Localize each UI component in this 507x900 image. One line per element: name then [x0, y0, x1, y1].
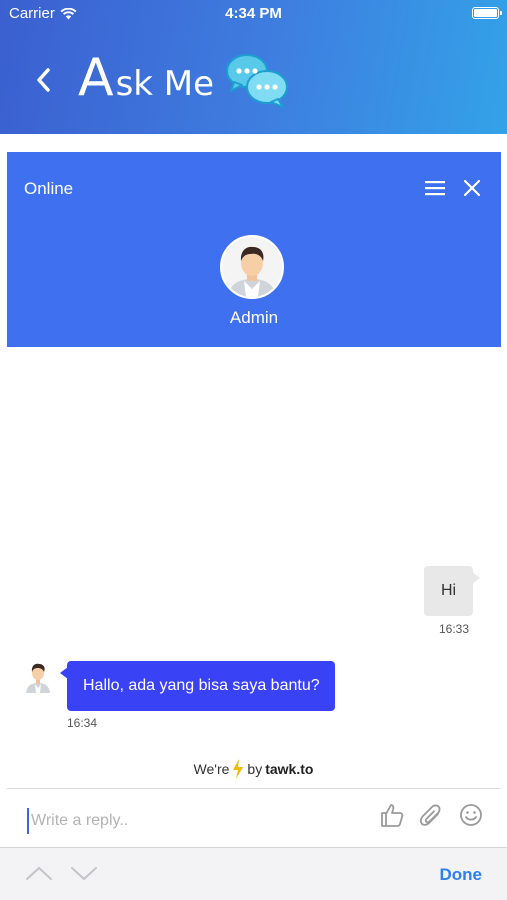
app-title-initial: A — [78, 48, 114, 108]
keyboard-accessory-bar: Done — [0, 847, 507, 900]
agent-message-text: Hallo, ada yang bisa saya bantu? — [83, 677, 320, 694]
visitor-message-time: 16:33 — [439, 622, 470, 636]
powered-prefix: We're — [193, 761, 230, 777]
hamburger-icon — [425, 181, 445, 196]
agent-small-avatar — [25, 661, 51, 693]
chat-bubbles-icon — [226, 54, 288, 108]
reply-input[interactable] — [27, 808, 371, 834]
online-status: Online — [24, 179, 74, 198]
like-button[interactable] — [379, 802, 405, 828]
person-avatar-icon — [222, 237, 282, 297]
previous-field-button[interactable] — [25, 864, 53, 882]
agent-name: Admin — [229, 308, 279, 327]
menu-button[interactable] — [423, 177, 447, 199]
visitor-message-text: Hi — [440, 582, 457, 599]
next-field-button[interactable] — [70, 864, 98, 882]
chevron-down-icon — [71, 867, 97, 881]
app-header: Carrier 4:34 PM A sk Me — [0, 0, 507, 134]
app-title-rest: sk Me — [115, 64, 215, 104]
agent-message-time: 16:34 — [67, 716, 98, 730]
emoji-button[interactable] — [458, 802, 484, 828]
powered-by-label: by — [247, 761, 263, 777]
app-title: A sk Me — [78, 48, 214, 114]
status-bar: Carrier 4:34 PM — [0, 0, 507, 28]
thumbs-up-icon — [381, 804, 404, 827]
battery-icon — [472, 7, 502, 19]
agent-message: Hallo, ada yang bisa saya bantu? — [60, 661, 335, 711]
divider — [7, 788, 501, 789]
chevron-up-icon — [26, 866, 52, 880]
smiley-icon — [460, 804, 482, 826]
person-avatar-icon — [26, 663, 50, 693]
lightning-icon — [233, 759, 244, 779]
chevron-left-icon — [37, 68, 50, 92]
back-button[interactable] — [28, 63, 58, 97]
close-icon — [463, 179, 481, 197]
brand-name: tawk.to — [265, 761, 314, 777]
visitor-message: Hi — [424, 566, 480, 616]
done-button[interactable]: Done — [440, 865, 483, 885]
paperclip-icon — [419, 804, 441, 826]
powered-by[interactable]: We're by tawk.to — [0, 759, 507, 779]
close-button[interactable] — [461, 177, 483, 199]
chat-widget-header: Online Admin — [7, 152, 501, 347]
status-time: 4:34 PM — [225, 5, 282, 22]
attach-button[interactable] — [418, 802, 444, 828]
agent-avatar — [220, 235, 284, 299]
